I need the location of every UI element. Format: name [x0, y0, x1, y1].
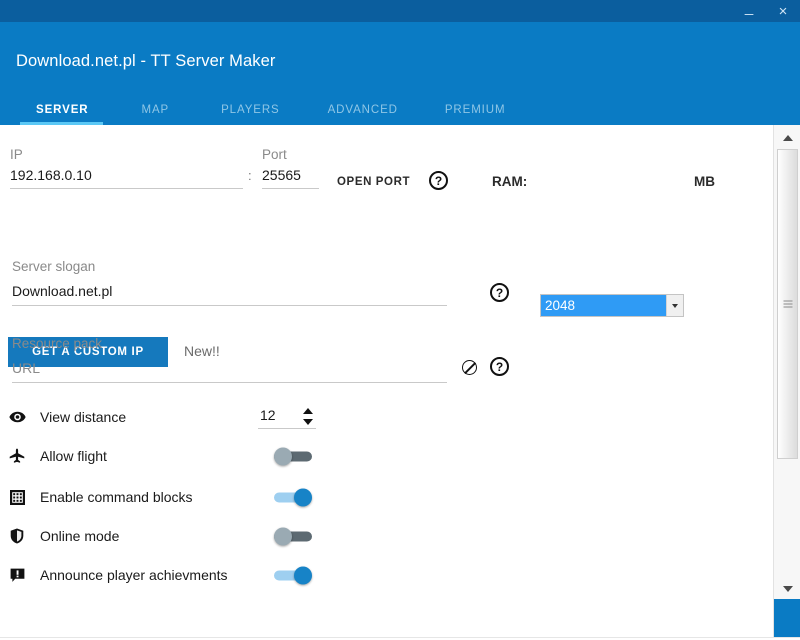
new-badge: New!!: [184, 343, 220, 359]
resource-pack-label: Resource pack: [12, 336, 103, 351]
command-block-icon: [8, 488, 26, 506]
airplane-icon: [8, 447, 26, 465]
view-distance-stepper[interactable]: 12: [258, 405, 318, 429]
port-underline: [262, 188, 319, 189]
vertical-scrollbar[interactable]: [773, 125, 800, 640]
title-bar: _ ×: [0, 0, 800, 22]
tab-premium[interactable]: PREMIUM: [445, 104, 506, 116]
tab-map[interactable]: MAP: [141, 104, 169, 116]
port-input[interactable]: 25565: [262, 167, 301, 183]
view-distance-value: 12: [260, 407, 276, 423]
window-controls: _ ×: [732, 0, 800, 22]
scrollbar-thumb[interactable]: [777, 149, 798, 459]
option-label-enable-command-blocks: Enable command blocks: [40, 489, 193, 505]
scrollbar-grip-icon: [783, 300, 792, 308]
ip-label: IP: [10, 147, 23, 162]
option-label-announce-player-achievements: Announce player achievments: [40, 567, 228, 583]
server-slogan-underline: [12, 305, 447, 306]
toggle-enable-command-blocks[interactable]: [274, 488, 312, 507]
resource-pack-input[interactable]: URL: [12, 360, 40, 376]
option-row-allow-flight: Allow flight: [0, 439, 340, 473]
scroll-down-icon[interactable]: [776, 578, 799, 599]
view-distance-spinner-arrows-icon[interactable]: [302, 407, 314, 426]
tab-players[interactable]: PLAYERS: [221, 104, 280, 116]
app-window: _ × Download.net.pl - TT Server Maker SE…: [0, 0, 800, 640]
option-row-enable-command-blocks: Enable command blocks: [0, 480, 340, 514]
ip-underline: [10, 188, 243, 189]
port-label: Port: [262, 147, 287, 162]
announcement-icon: [8, 566, 26, 584]
option-label-view-distance: View distance: [40, 409, 127, 425]
view-distance-underline: [258, 428, 316, 429]
scrollbar-corner: [774, 599, 800, 640]
open-port-button[interactable]: OPEN PORT: [337, 176, 410, 188]
content-area: IP 192.168.0.10 : Port 25565 OPEN PORT ?…: [0, 125, 773, 640]
option-label-online-mode: Online mode: [40, 528, 120, 544]
scroll-up-icon[interactable]: [776, 127, 799, 148]
resource-pack-underline: [12, 382, 447, 383]
no-entry-icon[interactable]: [462, 360, 477, 375]
toggle-announce-player-achievements[interactable]: [274, 566, 312, 585]
option-row-view-distance: View distance 12: [0, 400, 340, 434]
server-slogan-help-icon[interactable]: ?: [490, 283, 509, 302]
app-header: Download.net.pl - TT Server Maker SERVER…: [0, 22, 800, 125]
ram-label: RAM:: [492, 174, 528, 189]
option-label-allow-flight: Allow flight: [40, 448, 107, 464]
resource-pack-help-icon[interactable]: ?: [490, 357, 509, 376]
ram-unit-label: MB: [694, 174, 715, 189]
option-row-online-mode: Online mode: [0, 519, 340, 553]
eye-icon: [8, 408, 26, 426]
tab-advanced[interactable]: ADVANCED: [328, 104, 398, 116]
toggle-allow-flight[interactable]: [274, 447, 312, 466]
server-slogan-input[interactable]: Download.net.pl: [12, 283, 112, 299]
server-slogan-label: Server slogan: [12, 259, 96, 274]
close-button[interactable]: ×: [766, 0, 800, 22]
tab-server[interactable]: SERVER: [36, 104, 88, 116]
option-row-announce-player-achievements: Announce player achievments: [0, 558, 340, 592]
ram-input[interactable]: 2048: [541, 295, 666, 316]
open-port-help-icon[interactable]: ?: [429, 171, 448, 190]
ip-input[interactable]: 192.168.0.10: [10, 167, 92, 183]
ram-combobox[interactable]: 2048: [540, 294, 684, 317]
shield-icon: [8, 527, 26, 545]
ram-dropdown-arrow-icon[interactable]: [666, 295, 683, 316]
ip-port-separator: :: [248, 168, 252, 183]
app-title: Download.net.pl - TT Server Maker: [16, 52, 276, 70]
toggle-online-mode[interactable]: [274, 527, 312, 546]
minimize-button[interactable]: _: [732, 0, 766, 22]
